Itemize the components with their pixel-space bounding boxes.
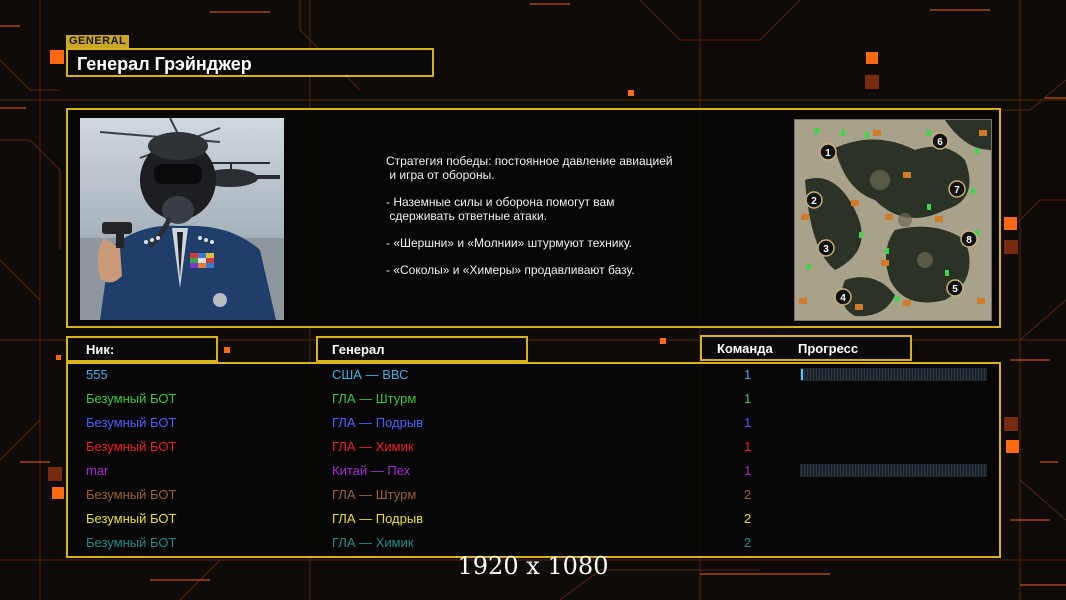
svg-text:8: 8: [966, 235, 972, 246]
start-position-6[interactable]: 6: [931, 132, 949, 150]
general-title-box: Генерал Грэйнджер: [66, 48, 434, 77]
svg-text:6: 6: [937, 137, 943, 148]
start-position-5[interactable]: 5: [946, 279, 964, 297]
strategy-line-3: - «Шершни» и «Молнии» штурмуют технику.: [386, 236, 632, 250]
player-general[interactable]: ГЛА — Химик: [332, 535, 414, 550]
player-row[interactable]: Безумный БОТ ГЛА — Подрыв 2: [0, 507, 1066, 531]
player-team[interactable]: 1: [744, 367, 751, 382]
progress-bar: [800, 464, 987, 477]
start-position-7[interactable]: 7: [948, 180, 966, 198]
general-name: Генерал Грэйнджер: [77, 54, 252, 74]
player-team[interactable]: 2: [744, 511, 751, 526]
start-position-3[interactable]: 3: [817, 239, 835, 257]
player-team[interactable]: 1: [744, 463, 751, 478]
column-header-nick-label: Ник:: [86, 342, 115, 357]
player-team[interactable]: 2: [744, 535, 751, 550]
player-row[interactable]: Безумный БОТ ГЛА — Химик 1: [0, 435, 1066, 459]
column-header-team-label: Команда: [717, 341, 773, 356]
player-row[interactable]: mar Китай — Пех 1: [0, 459, 1066, 483]
strategy-line-1: Стратегия победы: постоянное давление ав…: [386, 154, 673, 182]
strategy-text: Стратегия победы: постоянное давление ав…: [386, 154, 716, 290]
player-nick: Безумный БОТ: [86, 415, 177, 430]
player-row[interactable]: Безумный БОТ ГЛА — Штурм 1: [0, 387, 1066, 411]
svg-text:2: 2: [811, 196, 817, 207]
player-nick: Безумный БОТ: [86, 439, 177, 454]
player-general[interactable]: США — ВВС: [332, 367, 409, 382]
player-general[interactable]: Китай — Пех: [332, 463, 410, 478]
start-position-4[interactable]: 4: [834, 288, 852, 306]
svg-text:4: 4: [840, 293, 846, 304]
player-team[interactable]: 1: [744, 415, 751, 430]
player-row[interactable]: Безумный БОТ ГЛА — Штурм 2: [0, 483, 1066, 507]
player-general[interactable]: ГЛА — Химик: [332, 439, 414, 454]
start-position-1[interactable]: 1: [819, 143, 837, 161]
column-header-general-label: Генерал: [332, 342, 385, 357]
player-general[interactable]: ГЛА — Штурм: [332, 391, 416, 406]
svg-text:1: 1: [825, 148, 831, 159]
player-general[interactable]: ГЛА — Подрыв: [332, 415, 423, 430]
player-nick: Безумный БОТ: [86, 511, 177, 526]
player-row[interactable]: Безумный БОТ ГЛА — Подрыв 1: [0, 411, 1066, 435]
player-team[interactable]: 1: [744, 439, 751, 454]
player-nick: Безумный БОТ: [86, 487, 177, 502]
player-nick: mar: [86, 463, 109, 478]
column-header-progress-label: Прогресс: [798, 341, 859, 356]
player-row[interactable]: 555 США — ВВС 1: [0, 363, 1066, 387]
player-team[interactable]: 1: [744, 391, 751, 406]
player-general[interactable]: ГЛА — Подрыв: [332, 511, 423, 526]
svg-text:7: 7: [954, 185, 960, 196]
column-header-nick: Ник:: [66, 336, 218, 362]
column-header-team-progress: Команда Прогресс: [700, 335, 912, 361]
start-position-2[interactable]: 2: [805, 191, 823, 209]
player-general[interactable]: ГЛА — Штурм: [332, 487, 416, 502]
general-tag: GENERAL: [66, 35, 130, 48]
general-portrait: [80, 118, 284, 320]
progress-bar: [800, 368, 987, 381]
strategy-line-2: - Наземные силы и оборона помогут вам сд…: [386, 195, 615, 223]
strategy-line-4: - «Соколы» и «Химеры» продавливают базу.: [386, 263, 635, 277]
player-team[interactable]: 2: [744, 487, 751, 502]
start-position-8[interactable]: 8: [960, 230, 978, 248]
svg-text:5: 5: [952, 284, 958, 295]
player-nick: Безумный БОТ: [86, 535, 177, 550]
minimap: 1 2 3 4 5 6 7 8: [794, 119, 992, 321]
column-header-general: Генерал: [316, 336, 528, 362]
progress-bar-fill: [801, 369, 803, 380]
resolution-label: 1920 x 1080: [457, 552, 609, 580]
player-nick: 555: [86, 367, 108, 382]
player-nick: Безумный БОТ: [86, 391, 177, 406]
svg-text:3: 3: [823, 244, 829, 255]
